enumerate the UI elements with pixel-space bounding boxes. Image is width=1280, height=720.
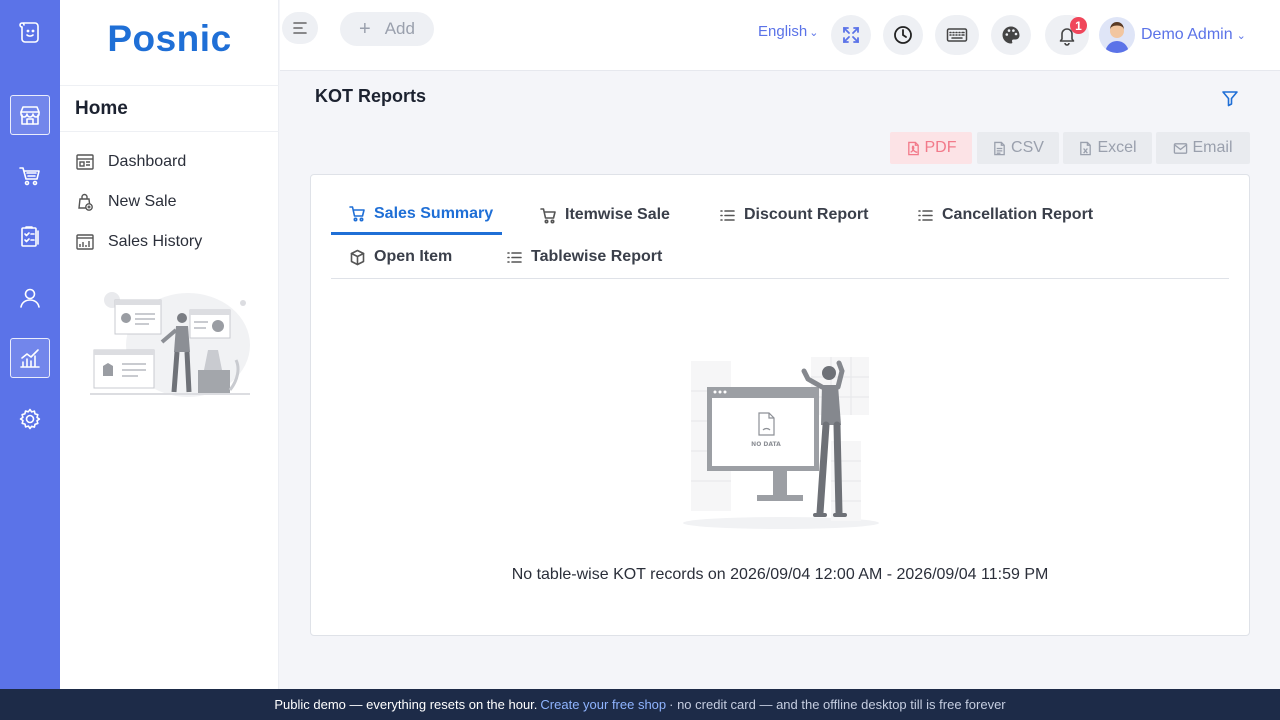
language-label: English — [758, 23, 808, 40]
create-shop-link[interactable]: Create your free shop — [540, 697, 666, 712]
top-bar: + Add English ⌄ Demo Admin ⌄ — [280, 0, 1280, 71]
tab-open-item[interactable]: Open Item — [331, 237, 452, 277]
sidebar-item-label: Sales History — [108, 233, 203, 250]
clipboard-icon — [21, 226, 39, 247]
add-button[interactable]: + Add — [340, 12, 434, 46]
palette-icon — [1002, 26, 1020, 44]
filter-icon[interactable] — [1220, 88, 1240, 108]
icon-rail — [0, 0, 60, 689]
list-icon — [507, 251, 522, 263]
language-select[interactable]: English ⌄ — [758, 23, 818, 40]
no-data-illustration: NO DATA — [683, 357, 879, 529]
tab-itemwise-sale[interactable]: Itemwise Sale — [522, 195, 670, 235]
avatar — [1099, 17, 1135, 53]
sidebar-item-label: Dashboard — [108, 153, 187, 170]
shop-illustration — [90, 292, 250, 397]
csv-icon — [994, 141, 1005, 155]
notification-badge: 1 — [1070, 17, 1087, 34]
pdf-icon — [907, 141, 919, 155]
cart-icon — [19, 167, 40, 186]
brand-logo[interactable]: Posnic — [60, 18, 279, 60]
new-sale-icon — [78, 193, 93, 211]
sidebar-item-sales-history[interactable]: Sales History — [75, 222, 270, 262]
rail-item-clipboard[interactable] — [10, 217, 50, 257]
banner-text: Public demo — everything resets on the h… — [274, 697, 538, 712]
chevron-down-icon: ⌄ — [809, 27, 819, 39]
tab-label: Sales Summary — [374, 204, 494, 222]
tab-cancellation-report[interactable]: Cancellation Report — [899, 195, 1093, 235]
sidebar: Posnic Home Dashboard New Sale Sales His… — [60, 0, 279, 689]
rail-item-settings[interactable] — [10, 399, 50, 439]
dashboard-icon — [76, 154, 94, 170]
tab-label: Cancellation Report — [942, 206, 1094, 223]
chart-icon — [20, 349, 40, 368]
fullscreen-icon — [843, 27, 859, 43]
theme-button[interactable] — [991, 15, 1031, 55]
box-icon — [350, 249, 365, 265]
gear-icon — [19, 408, 41, 430]
list-icon — [918, 209, 933, 221]
sidebar-item-new-sale[interactable]: New Sale — [75, 182, 270, 222]
export-pdf-button[interactable]: PDF — [890, 132, 972, 164]
menu-icon — [293, 22, 307, 34]
tab-label: Tablewise Report — [531, 248, 663, 265]
export-excel-label: Excel — [1097, 139, 1137, 156]
app-logo-icon[interactable] — [10, 12, 50, 52]
tab-label: Itemwise Sale — [565, 206, 670, 223]
export-csv-label: CSV — [1011, 139, 1044, 156]
tab-sales-summary[interactable]: Sales Summary — [331, 195, 502, 235]
keyboard-icon — [946, 28, 968, 42]
export-csv-button[interactable]: CSV — [977, 132, 1059, 164]
no-data-illustration-text: NO DATA — [751, 441, 781, 448]
report-card: Sales Summary Itemwise Sale Discount Rep… — [310, 174, 1250, 636]
user-name: Demo Admin — [1141, 26, 1233, 43]
plus-icon: + — [359, 17, 371, 40]
user-icon — [20, 288, 40, 308]
tab-label: Open Item — [374, 248, 453, 265]
clock-icon — [894, 26, 912, 44]
rail-item-user[interactable] — [10, 278, 50, 318]
rail-item-cart[interactable] — [10, 156, 50, 196]
email-icon — [1174, 142, 1188, 154]
rail-item-store[interactable] — [10, 95, 50, 135]
add-button-label: Add — [384, 19, 415, 38]
list-icon — [720, 209, 735, 221]
tab-discount-report[interactable]: Discount Report — [701, 195, 868, 235]
demo-banner: Public demo — everything resets on the h… — [0, 689, 1280, 720]
export-pdf-label: PDF — [924, 139, 957, 156]
menu-toggle-button[interactable] — [282, 12, 318, 44]
sidebar-item-label: New Sale — [108, 193, 177, 210]
export-email-label: Email — [1192, 139, 1233, 156]
cart-icon — [349, 206, 365, 222]
page-title: KOT Reports — [315, 86, 427, 106]
sidebar-header: Home — [60, 85, 279, 132]
tab-label: Discount Report — [744, 206, 869, 223]
store-icon — [20, 106, 40, 125]
export-email-button[interactable]: Email — [1156, 132, 1250, 164]
sidebar-item-dashboard[interactable]: Dashboard — [75, 142, 270, 182]
sales-history-icon — [76, 234, 94, 250]
tab-tablewise-report[interactable]: Tablewise Report — [488, 237, 662, 277]
fullscreen-button[interactable] — [831, 15, 871, 55]
report-tabs: Sales Summary Itemwise Sale Discount Rep… — [331, 195, 1229, 279]
empty-message: No table-wise KOT records on 2026/09/04 … — [511, 566, 1049, 583]
export-excel-button[interactable]: Excel — [1063, 132, 1152, 164]
banner-text-secondary: · no credit card — and the offline deskt… — [669, 697, 1006, 712]
sidebar-menu: Dashboard New Sale Sales History — [75, 142, 270, 262]
rail-item-reports[interactable] — [10, 338, 50, 378]
user-menu[interactable]: Demo Admin ⌄ — [1099, 17, 1246, 53]
keyboard-button[interactable] — [935, 15, 979, 55]
cart-icon — [540, 207, 556, 224]
excel-icon — [1080, 141, 1092, 155]
clock-button[interactable] — [883, 15, 923, 55]
chevron-down-icon: ⌄ — [1236, 29, 1246, 42]
